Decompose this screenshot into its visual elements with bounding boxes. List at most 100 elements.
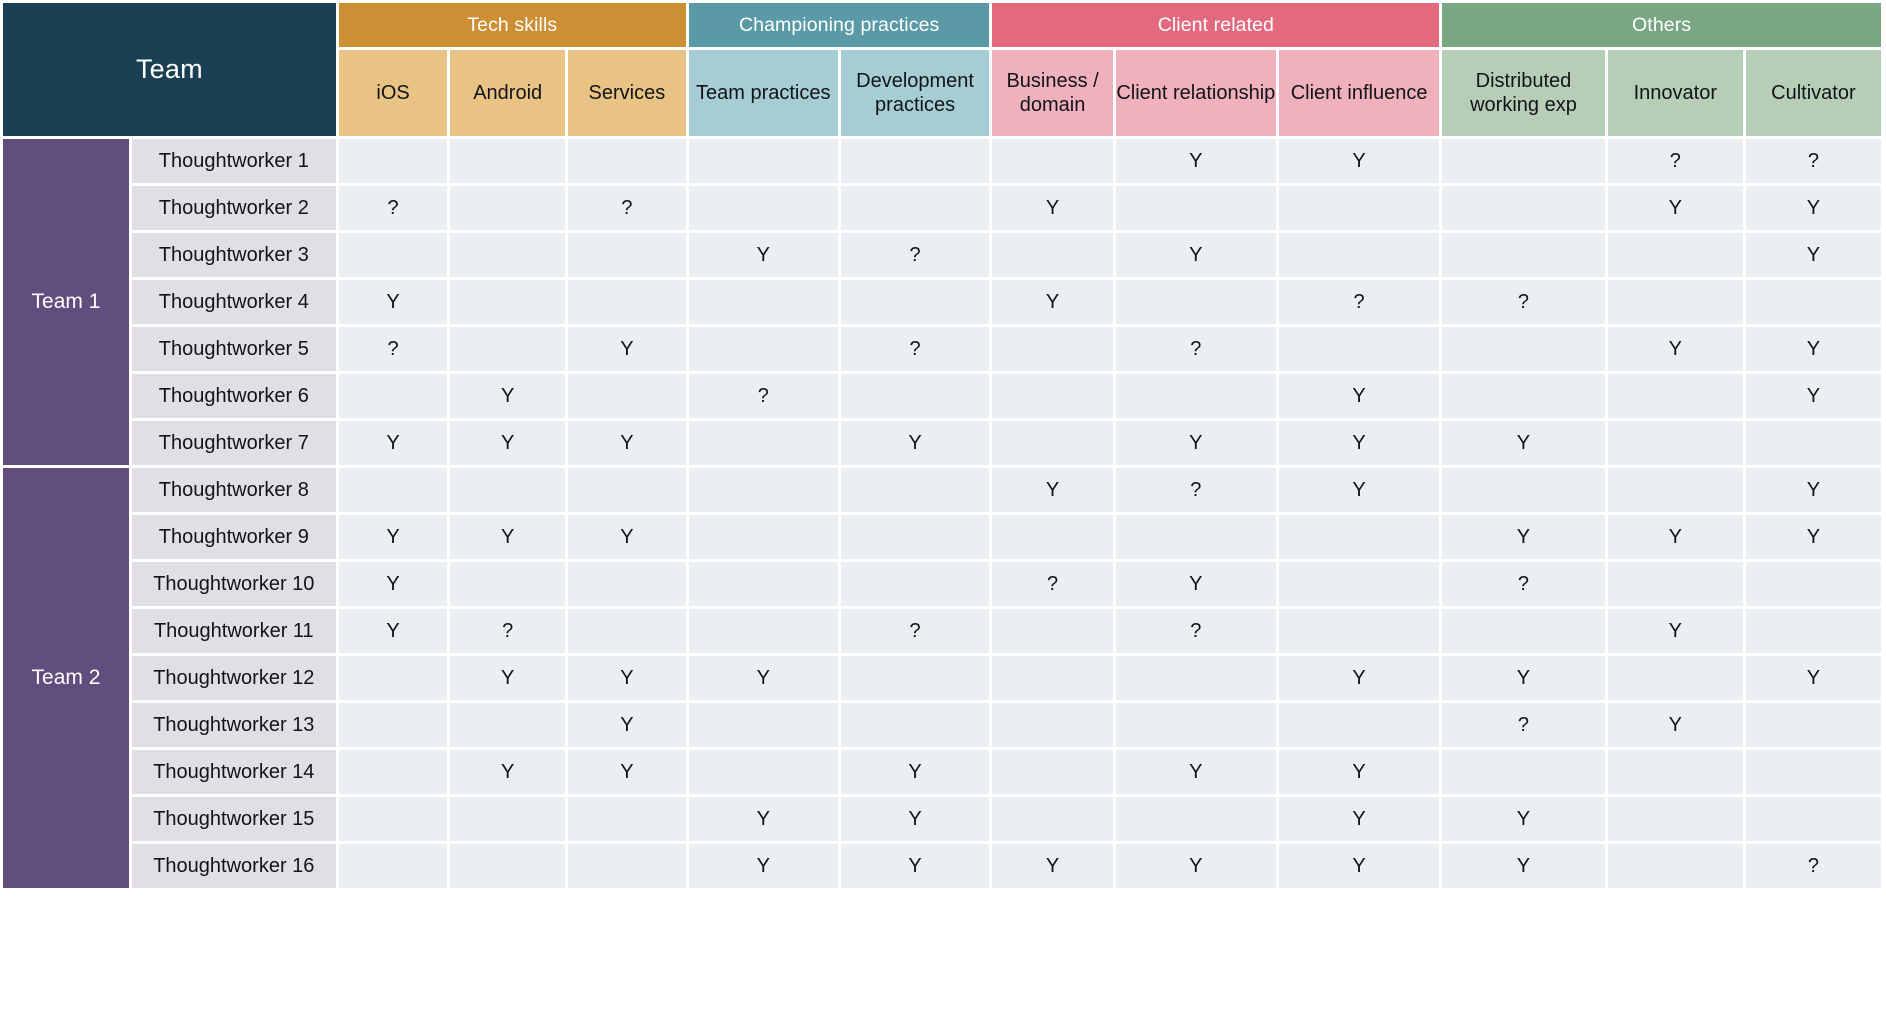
skill-cell: Y	[450, 750, 565, 794]
skill-cell	[1745, 703, 1881, 747]
skill-cell	[840, 468, 990, 512]
skill-cell	[1607, 656, 1743, 700]
table-row: Thoughtworker 7YYYYYYY	[3, 421, 1881, 465]
skill-cell	[992, 609, 1113, 653]
skill-cell: Y	[1442, 515, 1605, 559]
matrix-body: Team 1 Thoughtworker 1 Y Y?? Thoughtworker 2…	[3, 139, 1881, 888]
skill-cell: Y	[567, 515, 686, 559]
skill-cell: Y	[1115, 233, 1276, 277]
skill-cell	[1278, 327, 1440, 371]
skill-cell	[992, 139, 1113, 183]
skill-cell: ?	[338, 327, 448, 371]
skill-cell: ?	[567, 186, 686, 230]
skill-cell	[1115, 374, 1276, 418]
skill-cell	[1278, 703, 1440, 747]
skill-cell	[567, 280, 686, 324]
skill-cell	[567, 233, 686, 277]
column-header-services: Services	[567, 50, 686, 136]
skill-cell: Y	[1115, 562, 1276, 606]
column-header-android: Android	[450, 50, 565, 136]
person-name-cell: Thoughtworker 1	[131, 139, 336, 183]
skill-cell	[450, 186, 565, 230]
person-name-cell: Thoughtworker 13	[131, 703, 336, 747]
skill-cell	[1115, 703, 1276, 747]
skill-cell	[1607, 562, 1743, 606]
column-header-development-practices: Development practices	[840, 50, 990, 136]
team-label-cell: Team 1	[3, 139, 129, 465]
skill-cell	[450, 468, 565, 512]
skill-cell: Y	[840, 421, 990, 465]
group-header-championing-practices: Championing practices	[688, 3, 990, 47]
skill-cell	[992, 515, 1113, 559]
person-name-cell: Thoughtworker 8	[131, 468, 336, 512]
skill-cell	[992, 750, 1113, 794]
skill-cell	[1442, 139, 1605, 183]
skill-cell	[338, 139, 448, 183]
skill-cell	[1607, 421, 1743, 465]
skill-cell: Y	[1745, 374, 1881, 418]
person-name-cell: Thoughtworker 15	[131, 797, 336, 841]
skill-cell: ?	[1745, 844, 1881, 888]
person-name-cell: Thoughtworker 9	[131, 515, 336, 559]
skill-cell	[450, 280, 565, 324]
column-header-client-relationship: Client relationship	[1115, 50, 1276, 136]
skill-cell: Y	[1278, 844, 1440, 888]
skill-cell: Y	[1607, 327, 1743, 371]
skill-cell	[1745, 797, 1881, 841]
skill-cell	[338, 750, 448, 794]
skill-cell	[1745, 609, 1881, 653]
skill-cell	[840, 139, 990, 183]
skill-cell: Y	[1278, 656, 1440, 700]
skill-cell	[567, 844, 686, 888]
skill-cell: ?	[840, 609, 990, 653]
skill-cell	[840, 515, 990, 559]
skill-cell	[688, 515, 838, 559]
table-row: Thoughtworker 13 Y? Y	[3, 703, 1881, 747]
skill-cell: Y	[1278, 750, 1440, 794]
skill-cell: ?	[1115, 327, 1276, 371]
skill-cell: Y	[688, 797, 838, 841]
skill-cell	[1278, 186, 1440, 230]
skill-cell	[1115, 797, 1276, 841]
skill-cell: Y	[1115, 421, 1276, 465]
table-row: Team 2 Thoughtworker 8 Y? Y Y	[3, 468, 1881, 888]
table-row: Thoughtworker 5? Y?? Y Y	[3, 327, 1881, 371]
skill-cell	[450, 139, 565, 183]
skill-cell: ?	[338, 186, 448, 230]
skill-cell: Y	[688, 656, 838, 700]
skill-cell	[688, 139, 838, 183]
skill-cell	[1115, 515, 1276, 559]
skill-cell: Y	[1745, 233, 1881, 277]
column-header-business-domain: Business / domain	[992, 50, 1113, 136]
skill-cell	[688, 186, 838, 230]
skill-cell: Y	[992, 280, 1113, 324]
skill-cell: Y	[1607, 703, 1743, 747]
skill-cell	[567, 468, 686, 512]
skill-cell	[688, 562, 838, 606]
table-row: Thoughtworker 14 Y Y Y Y Y	[3, 750, 1881, 794]
skill-cell: Y	[1745, 186, 1881, 230]
column-header-cultivator: Cultivator	[1745, 50, 1881, 136]
skill-cell: Y	[1745, 656, 1881, 700]
person-name-cell: Thoughtworker 14	[131, 750, 336, 794]
table-row: Thoughtworker 6 Y? Y Y	[3, 374, 1881, 418]
skill-cell	[1442, 609, 1605, 653]
table-row: Thoughtworker 4 Y Y??	[3, 280, 1881, 324]
column-header-ios: iOS	[338, 50, 448, 136]
skill-cell	[450, 797, 565, 841]
skill-cell	[840, 562, 990, 606]
table-row: Thoughtworker 2?? Y Y Y	[3, 186, 1881, 230]
table-row: Thoughtworker 10 Y? Y?	[3, 562, 1881, 606]
skill-cell	[992, 374, 1113, 418]
skill-cell: Y	[450, 374, 565, 418]
table-row: Team 1 Thoughtworker 1 Y Y??	[3, 139, 1881, 465]
skill-cell: Y	[840, 750, 990, 794]
skill-cell	[840, 703, 990, 747]
person-name-cell: Thoughtworker 7	[131, 421, 336, 465]
skill-cell: Y	[450, 515, 565, 559]
skill-cell: Y	[1278, 468, 1440, 512]
skill-cell	[338, 233, 448, 277]
column-header-client-influence: Client influence	[1278, 50, 1440, 136]
skill-cell	[1607, 797, 1743, 841]
column-header-distributed-working-exp: Distributed working exp	[1442, 50, 1605, 136]
